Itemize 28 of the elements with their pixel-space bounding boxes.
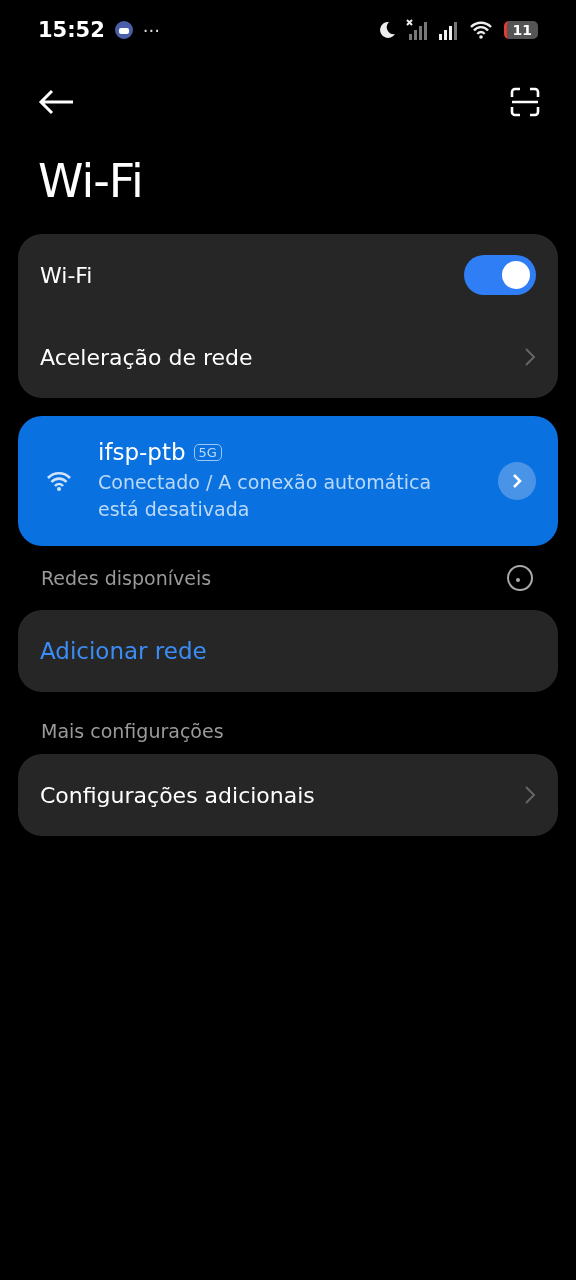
loading-icon	[506, 564, 534, 592]
moon-icon	[377, 21, 396, 39]
signal-icon	[437, 20, 460, 40]
scan-icon[interactable]	[510, 87, 540, 117]
section-label: Redes disponíveis	[41, 567, 212, 589]
details-button[interactable]	[498, 462, 536, 500]
battery-level: 11	[503, 21, 538, 39]
add-network-item[interactable]: Adicionar rede	[18, 610, 558, 692]
settings-item[interactable]: Aceleração de rede	[18, 316, 558, 398]
no-signal-icon	[405, 19, 428, 41]
network-name: ifsp-ptb	[98, 439, 186, 465]
section-label: Mais configurações	[41, 720, 224, 742]
wifi-icon	[46, 471, 72, 491]
back-arrow-icon[interactable]	[38, 89, 74, 115]
chevron-right-icon	[524, 347, 536, 367]
connected-network-card[interactable]: ifsp-ptb 5G Conectado / A conexão automática está desativada	[18, 416, 558, 546]
app-notification-icon	[114, 21, 133, 39]
wifi-label: Wi-Fi	[40, 262, 93, 288]
clock: 15:52	[38, 18, 105, 42]
page-title: Wi-Fi	[38, 154, 144, 208]
more-notifications: ···	[142, 19, 161, 41]
chevron-right-icon	[512, 473, 522, 489]
wifi-toggle[interactable]	[464, 255, 536, 295]
band-badge: 5G	[193, 443, 222, 461]
settings-item[interactable]: Configurações adicionais	[18, 754, 558, 836]
wifi-icon	[469, 21, 494, 39]
connection-status: Conectado / A conexão automática está desativada	[98, 470, 433, 522]
chevron-right-icon	[524, 785, 536, 805]
